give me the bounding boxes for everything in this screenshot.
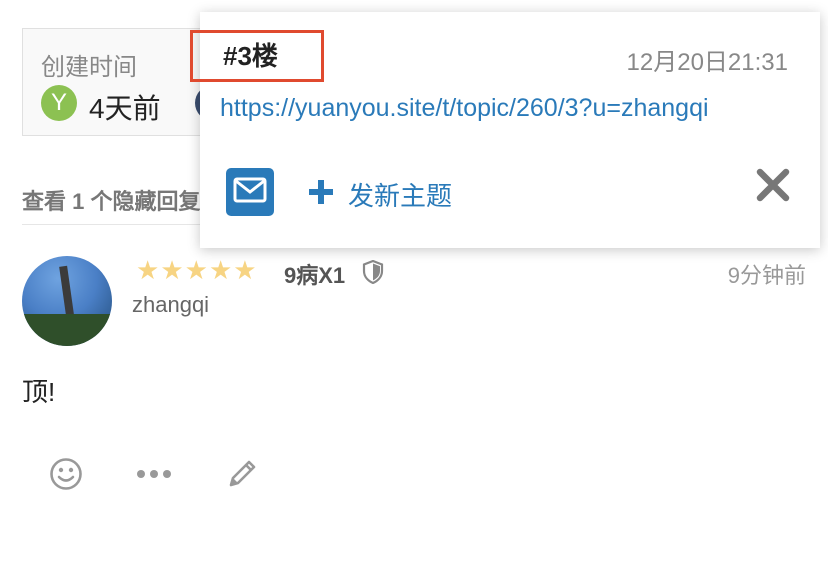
envelope-icon	[233, 177, 267, 208]
more-icon[interactable]	[136, 456, 172, 492]
post-date: 12月20日21:31	[626, 49, 788, 76]
post-body: 顶!	[22, 377, 56, 407]
share-popup: #3楼 12月20日21:31 https://yuanyou.site/t/t…	[190, 12, 820, 248]
divider	[22, 224, 222, 225]
close-icon[interactable]	[756, 168, 790, 207]
new-topic-button[interactable]: 发新主题	[308, 176, 452, 213]
created-label: 创建时间	[41, 54, 137, 81]
username[interactable]: zhangqi	[132, 292, 209, 318]
plus-icon	[308, 179, 334, 210]
email-share-button[interactable]	[226, 168, 274, 216]
post-actions	[48, 456, 260, 492]
star-icon: ★	[136, 255, 160, 285]
star-icon: ★	[208, 255, 233, 285]
creator-avatar[interactable]: Y	[41, 85, 77, 121]
share-link[interactable]: https://yuanyou.site/t/topic/260/3?u=zha…	[220, 94, 800, 123]
user-rating-stars: ★ ★ ★ ★ ★	[136, 256, 257, 284]
smile-icon[interactable]	[48, 456, 84, 492]
star-icon: ★	[160, 255, 184, 285]
post-time[interactable]: 9分钟前	[728, 258, 806, 290]
created-value: 4天前	[89, 93, 161, 124]
post-floor-number: #3楼	[190, 30, 324, 82]
new-topic-label: 发新主题	[348, 181, 453, 211]
edit-icon[interactable]	[224, 456, 260, 492]
user-avatar[interactable]	[22, 256, 112, 346]
star-icon: ★	[184, 255, 208, 285]
user-badge[interactable]: 9病X1	[284, 258, 345, 290]
shield-icon	[362, 259, 384, 289]
show-hidden-replies-link[interactable]: 查看 1 个隐藏回复	[22, 184, 222, 216]
star-icon: ★	[233, 255, 257, 285]
